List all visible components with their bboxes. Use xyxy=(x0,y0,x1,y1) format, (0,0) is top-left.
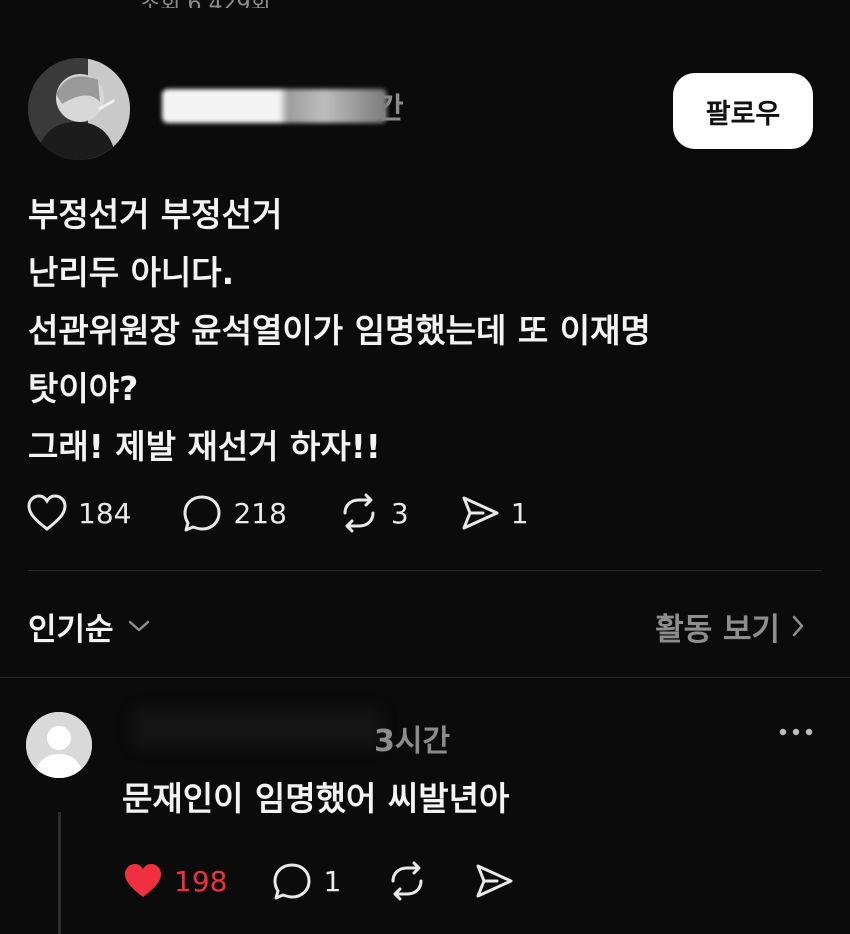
send-icon xyxy=(462,496,499,530)
reply-comment-button[interactable]: 1 xyxy=(271,861,341,901)
more-options-button[interactable] xyxy=(778,724,814,743)
post-line: 난리두 아니다. xyxy=(28,253,235,292)
avatar-photo xyxy=(28,58,130,160)
share-count: 1 xyxy=(510,496,529,530)
reply-text: 문재인이 임명했어 씨발년아 xyxy=(122,779,510,818)
reply-repost-button[interactable] xyxy=(385,861,429,901)
reply-avatar[interactable] xyxy=(26,712,92,778)
repost-button[interactable]: 3 xyxy=(337,493,409,533)
like-button[interactable]: 184 xyxy=(26,493,131,533)
sort-dropdown[interactable]: 인기순 xyxy=(28,598,154,654)
reply-share-button[interactable] xyxy=(473,861,515,901)
reply-like-button[interactable]: 198 xyxy=(122,861,227,901)
repost-icon xyxy=(343,493,375,533)
reply-time: 3시간 xyxy=(374,724,451,759)
reply-actions: 198 1 xyxy=(122,858,559,904)
post-actions: 184 218 3 1 xyxy=(26,488,579,538)
view-activity-link[interactable]: 활동 보기 xyxy=(655,598,808,654)
author-avatar[interactable] xyxy=(28,58,130,160)
comment-count: 218 xyxy=(233,496,287,530)
send-icon xyxy=(476,864,513,898)
reply-like-count: 198 xyxy=(174,864,228,898)
author-name-row[interactable]: 간 xyxy=(162,86,404,126)
comment-icon xyxy=(183,495,221,532)
more-dots-icon xyxy=(779,728,813,736)
chevron-down-icon xyxy=(128,620,149,632)
post-line: 그래! 제발 재선거 하자!! xyxy=(28,427,381,466)
comment-button[interactable]: 218 xyxy=(181,493,287,533)
post-body: 부정선거 부정선거 난리두 아니다. 선관위원장 윤석열이가 임명했는데 또 이… xyxy=(28,186,828,476)
reply-author-redacted xyxy=(132,708,382,748)
share-button[interactable]: 1 xyxy=(459,493,529,533)
heart-filled-icon xyxy=(125,864,161,897)
view-count-cut: 조회 6,429회 xyxy=(140,0,310,8)
follow-button[interactable]: 팔로우 xyxy=(673,73,813,149)
sort-label: 인기순 xyxy=(28,611,114,648)
divider xyxy=(0,677,850,678)
comment-icon xyxy=(273,863,311,900)
post-line: 탓이야? xyxy=(28,369,139,408)
default-avatar-icon xyxy=(26,712,92,778)
divider xyxy=(28,570,822,571)
author-name-redacted xyxy=(162,89,387,123)
repost-count: 3 xyxy=(390,496,409,530)
repost-icon xyxy=(391,861,423,901)
like-count: 184 xyxy=(78,496,132,530)
thread-line xyxy=(58,812,61,934)
activity-label: 활동 보기 xyxy=(655,611,780,648)
reply-comment-count: 1 xyxy=(323,864,342,898)
heart-icon xyxy=(27,494,67,531)
post-line: 부정선거 부정선거 xyxy=(28,195,283,234)
post-line: 선관위원장 윤석열이가 임명했는데 또 이재명 xyxy=(28,311,651,350)
chevron-right-icon xyxy=(792,615,804,637)
